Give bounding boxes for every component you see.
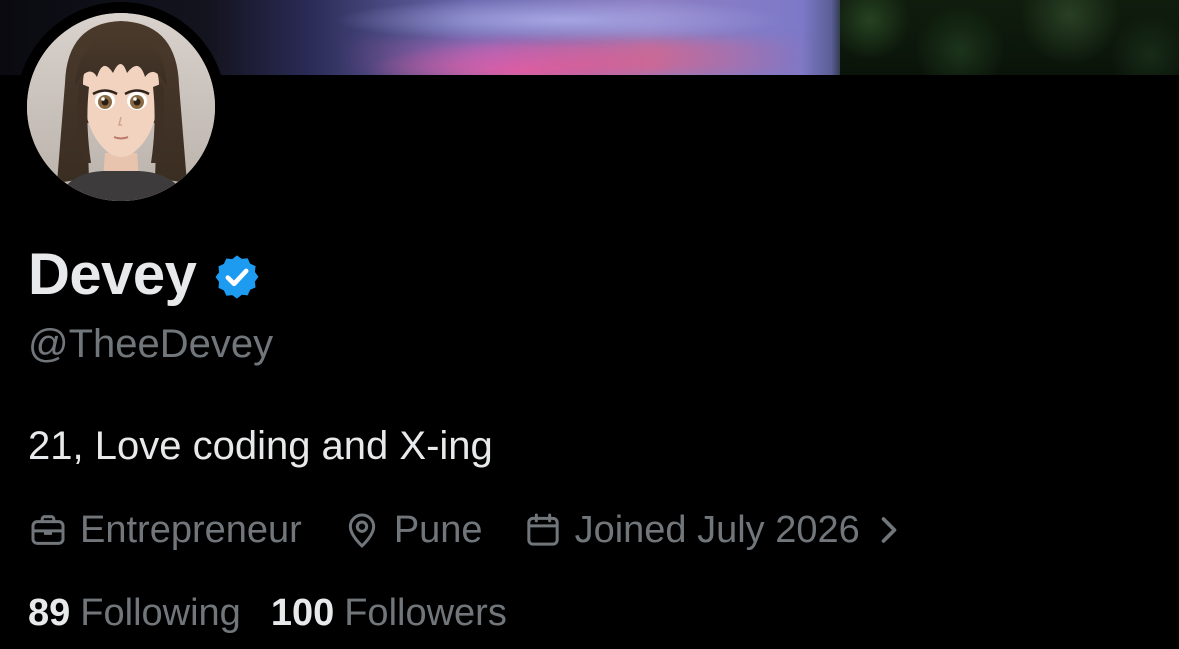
following-count: 89 bbox=[28, 592, 71, 634]
joined-item[interactable]: Joined July 2026 bbox=[523, 509, 912, 552]
location-pin-icon bbox=[348, 513, 375, 548]
banner-foliage bbox=[840, 0, 1179, 75]
avatar[interactable] bbox=[16, 2, 226, 212]
banner-light bbox=[340, 40, 810, 75]
chevron-right-icon bbox=[878, 515, 912, 545]
joined-label: Joined July 2026 bbox=[574, 508, 860, 551]
profession-label: Entrepreneur bbox=[80, 508, 302, 551]
profile-handle: @TheeDevey bbox=[28, 322, 274, 366]
following-link[interactable]: 89 Following bbox=[28, 592, 241, 635]
location-item: Pune bbox=[342, 509, 483, 552]
briefcase-icon bbox=[31, 515, 65, 545]
following-label: Following bbox=[80, 592, 241, 634]
profession-item[interactable]: Entrepreneur bbox=[28, 509, 302, 552]
followers-count: 100 bbox=[270, 592, 335, 634]
followers-label: Followers bbox=[344, 592, 507, 634]
followers-link[interactable]: 100 Followers bbox=[271, 592, 507, 635]
follow-stats: 89 Following 100 Followers bbox=[28, 592, 507, 635]
avatar-image bbox=[27, 13, 215, 201]
profile-bio: 21, Love coding and X-ing bbox=[28, 424, 493, 468]
verified-badge-icon[interactable] bbox=[212, 249, 262, 299]
display-name: Devey bbox=[28, 241, 197, 307]
location-label: Pune bbox=[393, 508, 483, 551]
profile-meta: Entrepreneur Pune Joined July 2026 bbox=[28, 504, 912, 556]
profile-name-row: Devey bbox=[28, 236, 262, 312]
calendar-icon bbox=[526, 513, 559, 546]
